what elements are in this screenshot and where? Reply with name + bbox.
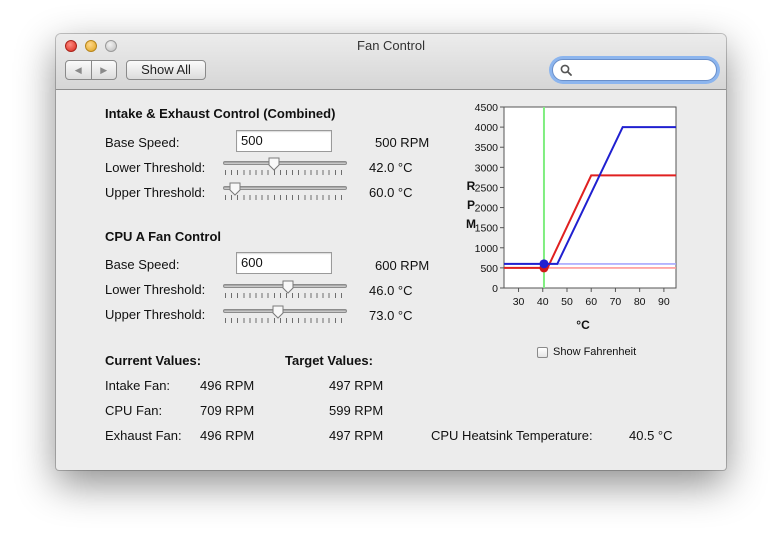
cpu-a-base-speed-input[interactable]: 600 [236, 252, 332, 274]
chart-y-tick-label: 0 [492, 283, 498, 295]
chart-y-tick-label: 2500 [475, 182, 499, 194]
chart-y-tick-label: 3000 [475, 162, 499, 174]
chart-y-tick-label: 4500 [475, 102, 499, 114]
chart-y-tick-label: 500 [480, 263, 498, 275]
slider-ticks [225, 318, 345, 323]
intake-upper-threshold-value: 60.0 °C [369, 185, 413, 200]
slider-ticks [225, 195, 345, 200]
chart-x-tick-label: 70 [610, 296, 622, 308]
chart-y-axis-label: R [467, 179, 476, 193]
chart-x-tick-label: 90 [658, 296, 670, 308]
chart-x-axis-label: °C [576, 318, 590, 332]
chart-y-tick-label: 4000 [475, 122, 499, 134]
chart-x-tick-label: 50 [561, 296, 573, 308]
chart-x-tick-label: 30 [513, 296, 525, 308]
cpu-a-lower-threshold-slider[interactable] [223, 280, 347, 300]
heatsink-temperature-label: CPU Heatsink Temperature: [431, 428, 593, 443]
target-values-heading: Target Values: [285, 353, 373, 368]
chart-x-tick-label: 80 [634, 296, 646, 308]
forward-arrow-icon[interactable]: ▶ [90, 61, 117, 79]
cpu-a-lower-threshold-label: Lower Threshold: [105, 282, 206, 297]
chart-y-tick-label: 2000 [475, 203, 499, 215]
chart-x-tick-label: 40 [537, 296, 549, 308]
show-all-button[interactable]: Show All [126, 60, 206, 80]
current-cpu-label: CPU Fan: [105, 403, 163, 418]
intake-lower-threshold-label: Lower Threshold: [105, 160, 206, 175]
back-arrow-icon[interactable]: ◀ [66, 61, 91, 79]
slider-track [223, 161, 347, 165]
chart-x-tick-label: 60 [585, 296, 597, 308]
chart-y-tick-label: 1500 [475, 223, 499, 235]
preferences-content: Intake & Exhaust Control (Combined) Base… [56, 91, 726, 470]
intake-base-speed-input[interactable]: 500 [236, 130, 332, 152]
slider-knob[interactable] [282, 280, 294, 294]
cpu-a-upper-threshold-label: Upper Threshold: [105, 307, 206, 322]
magnifier-icon [560, 64, 572, 76]
current-exhaust-value: 496 RPM [200, 428, 255, 443]
chart-y-axis-label: P [467, 198, 475, 212]
slider-knob[interactable] [268, 157, 280, 171]
current-exhaust-label: Exhaust Fan: [105, 428, 182, 443]
intake-lower-threshold-value: 42.0 °C [369, 160, 413, 175]
slider-track [223, 309, 347, 313]
target-intake-value: 497 RPM [329, 378, 384, 393]
intake-upper-threshold-label: Upper Threshold: [105, 185, 206, 200]
chart-y-tick-label: 1000 [475, 243, 499, 255]
cpu-a-base-speed-readout: 600 RPM [375, 258, 430, 273]
fan-control-window: Fan Control ◀ ▶ Show All Intake & Exhaus… [56, 34, 726, 470]
target-cpu-value: 599 RPM [329, 403, 384, 418]
intake-base-speed-label: Base Speed: [105, 135, 180, 150]
window-title: Fan Control [357, 38, 425, 53]
cpu-a-heading: CPU A Fan Control [105, 229, 222, 244]
chart-y-axis-label: M [466, 217, 476, 231]
intake-lower-threshold-slider[interactable] [223, 157, 347, 177]
fan-curve-chart: 0 500 1000 1500 2000 2500 3000 3500 4000 4500 30 40… [466, 102, 677, 332]
intake-upper-threshold-slider[interactable] [223, 182, 347, 202]
show-fahrenheit-checkbox[interactable] [537, 347, 548, 358]
cpu-a-base-speed-label: Base Speed: [105, 257, 180, 272]
search-field[interactable] [552, 59, 717, 81]
cpu-a-upper-threshold-value: 73.0 °C [369, 308, 413, 323]
slider-knob[interactable] [229, 182, 241, 196]
slider-ticks [225, 170, 345, 175]
back-forward-group: ◀ ▶ [65, 60, 117, 80]
cpu-a-lower-threshold-value: 46.0 °C [369, 283, 413, 298]
title-toolbar: Fan Control ◀ ▶ Show All [56, 34, 726, 90]
slider-track [223, 186, 347, 190]
slider-knob[interactable] [272, 305, 284, 319]
target-exhaust-value: 497 RPM [329, 428, 384, 443]
current-intake-label: Intake Fan: [105, 378, 171, 393]
intake-base-speed-readout: 500 RPM [375, 135, 430, 150]
show-fahrenheit-label[interactable]: Show Fahrenheit [553, 346, 636, 358]
current-values-heading: Current Values: [105, 353, 202, 368]
cpu-a-upper-threshold-slider[interactable] [223, 305, 347, 325]
intake-heading: Intake & Exhaust Control (Combined) [105, 106, 336, 121]
current-intake-value: 496 RPM [200, 378, 255, 393]
current-cpu-value: 709 RPM [200, 403, 255, 418]
heatsink-temperature-value: 40.5 °C [629, 428, 673, 443]
chart-y-tick-label: 3500 [475, 142, 499, 154]
chart-current-point [539, 259, 549, 269]
